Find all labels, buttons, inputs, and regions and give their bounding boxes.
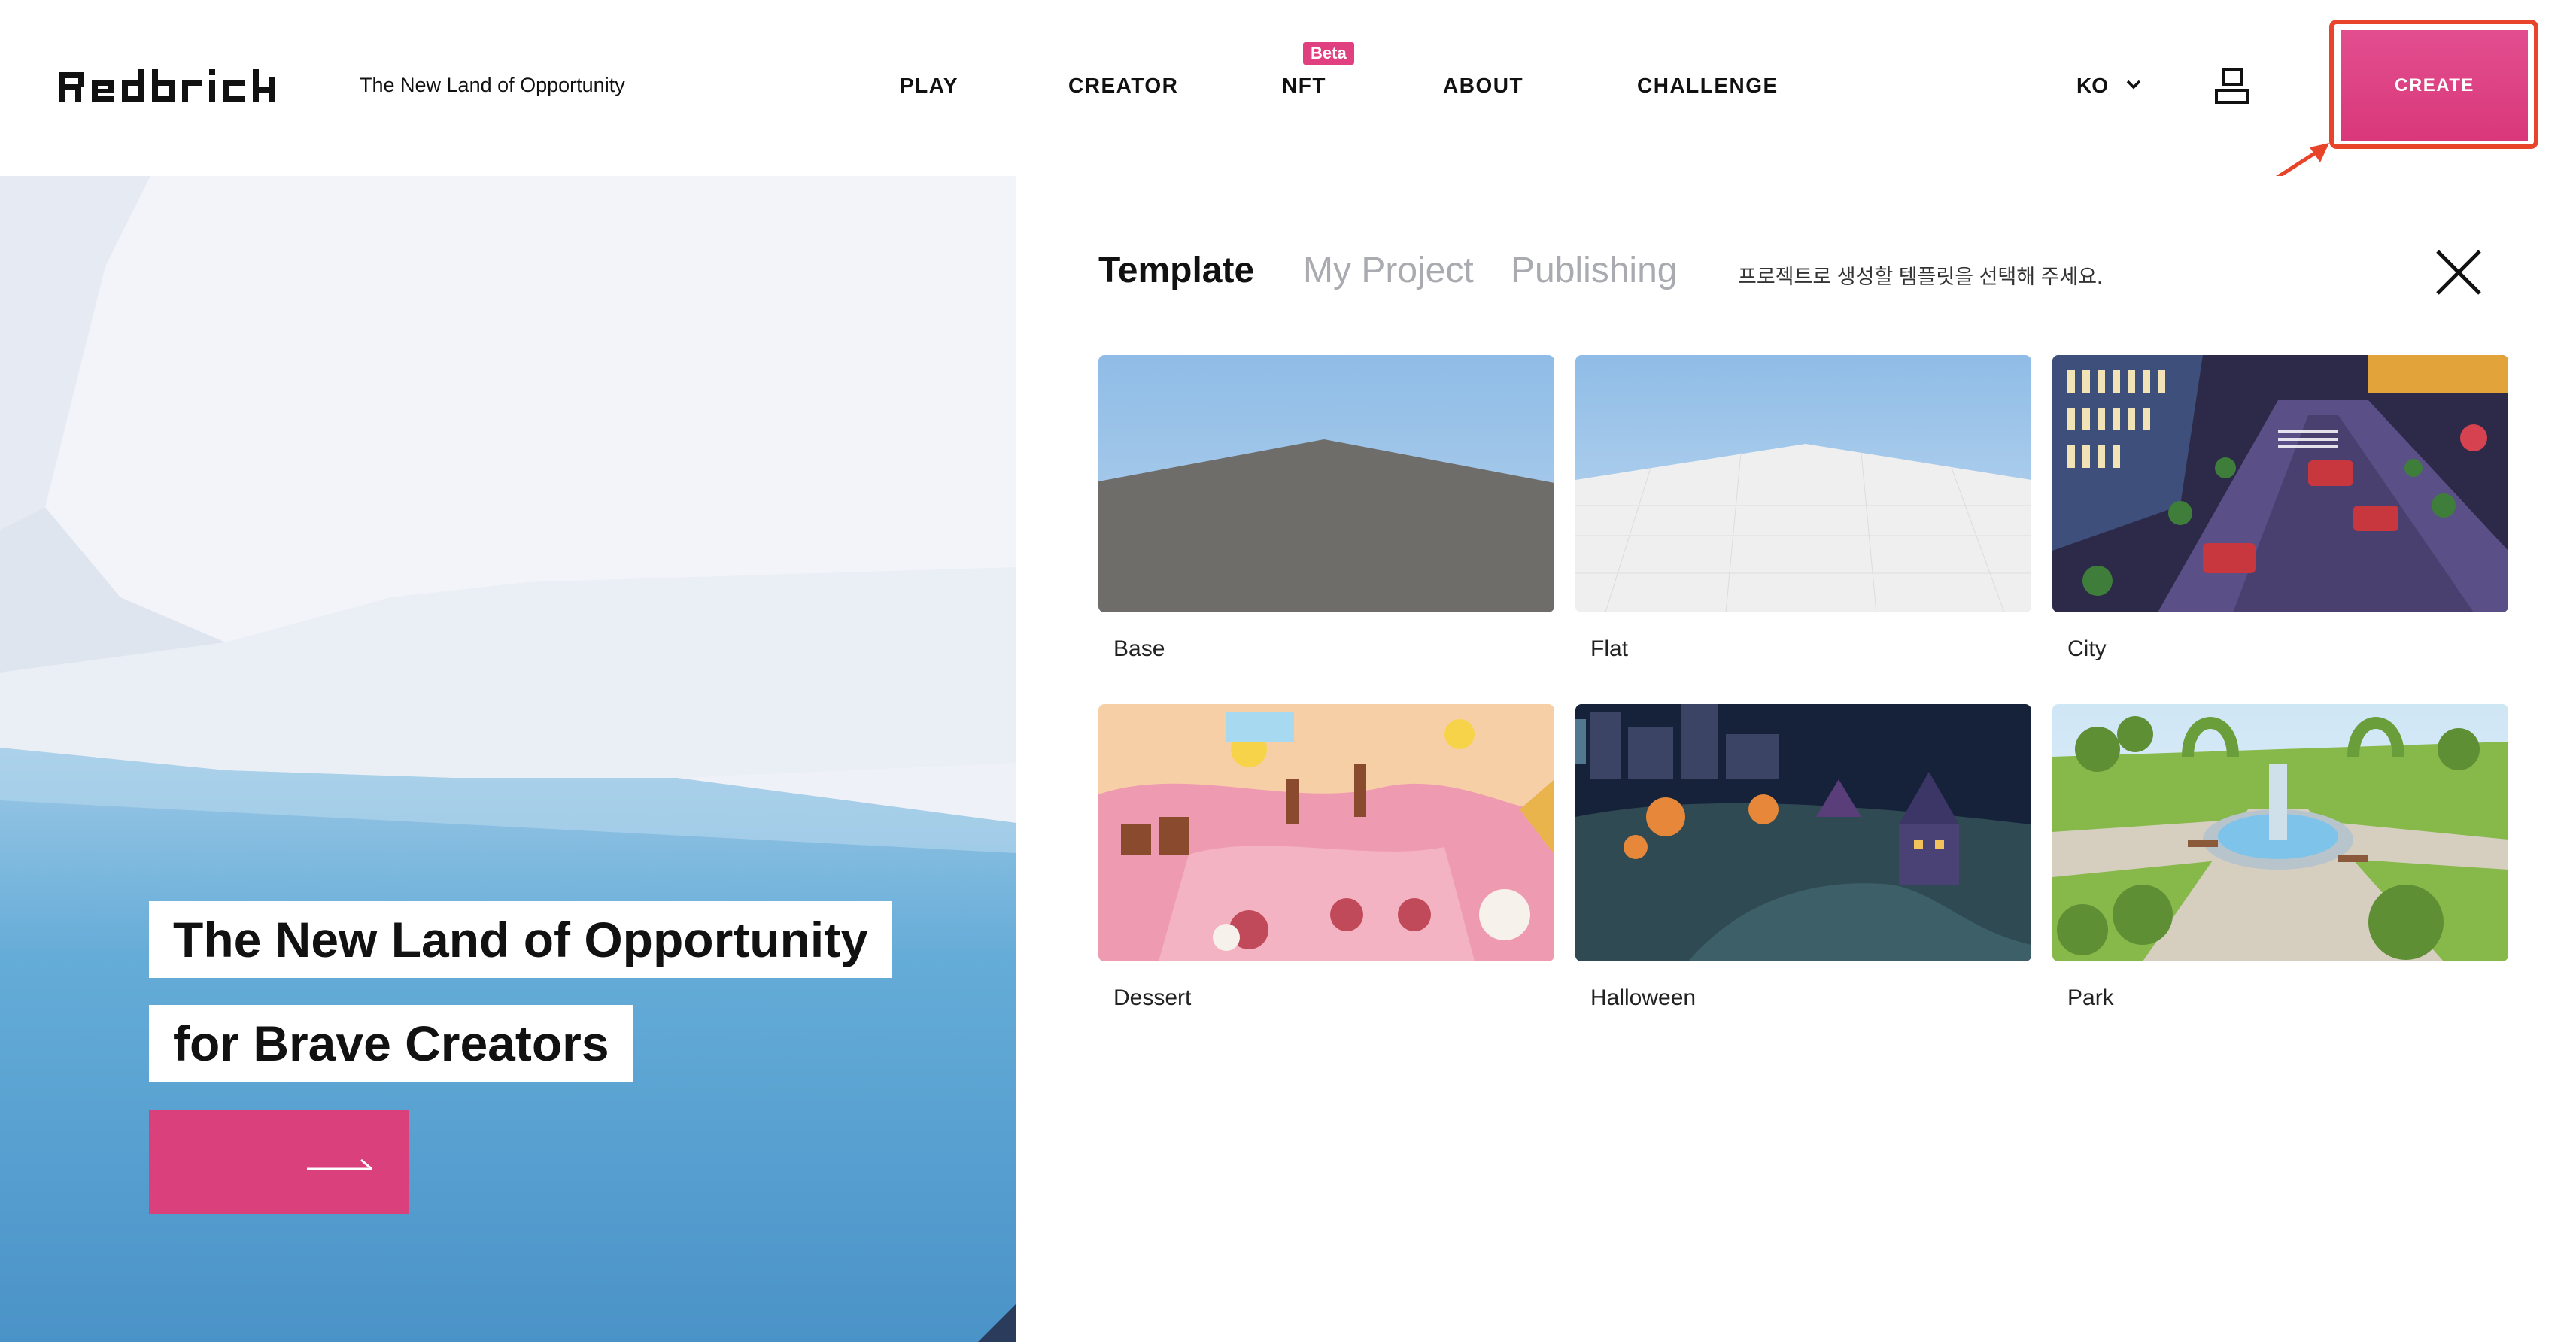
template-thumbnail-dessert[interactable]: [1098, 704, 1554, 961]
nft-beta-badge: Beta: [1303, 42, 1354, 65]
hero-headline-line1: The New Land of Opportunity: [149, 901, 892, 978]
template-card-dessert[interactable]: Dessert: [1098, 704, 1554, 1011]
chevron-down-icon[interactable]: [2123, 74, 2144, 95]
template-thumbnail-base[interactable]: [1098, 355, 1554, 612]
hero-section: The New Land of Opportunity for Brave Cr…: [0, 176, 1016, 1342]
nav-about[interactable]: ABOUT: [1443, 74, 1523, 98]
template-label-halloween: Halloween: [1590, 985, 1697, 1010]
annotation-highlight-box: [2329, 20, 2538, 149]
tab-template[interactable]: Template: [1098, 250, 1254, 291]
nav-nft[interactable]: NFT: [1282, 74, 1326, 98]
hero-cta-button[interactable]: [149, 1110, 409, 1214]
nav-challenge[interactable]: CHALLENGE: [1637, 74, 1779, 98]
template-label-city: City: [2067, 636, 2107, 661]
site-tagline: The New Land of Opportunity: [360, 74, 625, 96]
arrow-right-icon: [307, 1158, 372, 1170]
close-icon[interactable]: [2435, 248, 2483, 296]
top-header: The New Land of Opportunity PLAY CREATOR…: [0, 0, 2576, 186]
template-card-halloween[interactable]: Halloween: [1575, 704, 2031, 1011]
redbrick-logo[interactable]: [59, 66, 302, 105]
hero-headline-line2: for Brave Creators: [149, 1005, 633, 1082]
template-thumbnail-park[interactable]: [2052, 704, 2508, 961]
tab-my-project[interactable]: My Project: [1303, 250, 1474, 291]
template-card-flat[interactable]: Flat: [1575, 355, 2031, 662]
language-selector[interactable]: KO: [2076, 74, 2108, 98]
template-label-flat: Flat: [1590, 636, 1629, 661]
template-label-park: Park: [2067, 985, 2114, 1010]
template-card-city[interactable]: City: [2052, 355, 2508, 662]
template-label-base: Base: [1113, 636, 1165, 661]
create-project-panel: Template My Project Publishing 프로젝트로 생성할…: [1016, 176, 2576, 1342]
nav-creator[interactable]: CREATOR: [1068, 74, 1178, 98]
template-card-park[interactable]: Park: [2052, 704, 2508, 1011]
user-icon[interactable]: [2215, 66, 2249, 105]
template-card-base[interactable]: Base: [1098, 355, 1554, 662]
tab-publishing[interactable]: Publishing: [1511, 250, 1677, 291]
template-thumbnail-halloween[interactable]: [1575, 704, 2031, 961]
template-hint-text: 프로젝트로 생성할 템플릿을 선택해 주세요.: [1738, 266, 2103, 288]
nav-play[interactable]: PLAY: [900, 74, 958, 98]
template-thumbnail-city[interactable]: [2052, 355, 2508, 612]
template-thumbnail-flat[interactable]: [1575, 355, 2031, 612]
template-label-dessert: Dessert: [1113, 985, 1192, 1010]
